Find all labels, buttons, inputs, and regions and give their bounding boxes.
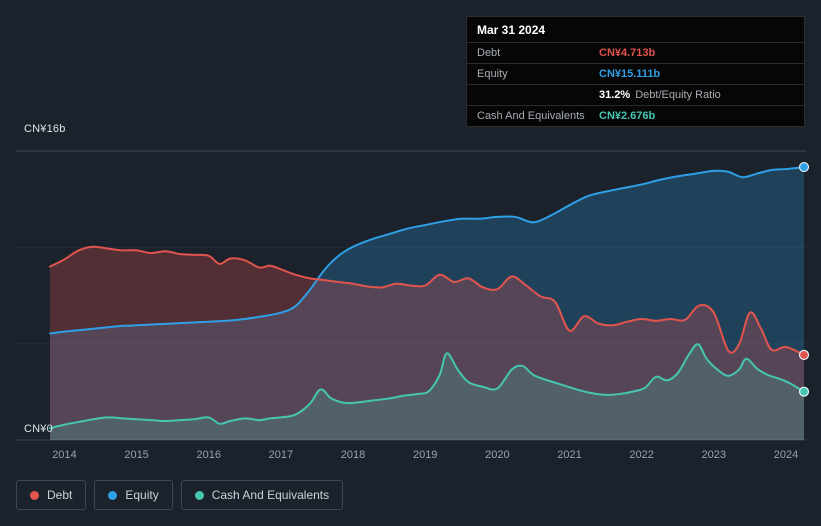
x-axis-label: 2019 — [413, 449, 437, 461]
debt-dot-icon — [30, 490, 39, 500]
x-axis-label: 2022 — [629, 449, 653, 461]
debt-equity-history-panel: 2014 2015 2016 2017 2018 2019 2020 2021 2022 2023… — [0, 0, 821, 526]
x-axis-label: 2018 — [341, 449, 365, 461]
x-axis-label: 2023 — [702, 449, 726, 461]
tooltip-date: Mar 31 2024 — [477, 23, 546, 37]
tooltip-debt-label: Debt — [477, 47, 501, 59]
x-axis-label: 2014 — [52, 449, 76, 461]
x-axis-label: 2020 — [485, 449, 509, 461]
legend-item-debt[interactable]: Debt — [16, 480, 87, 510]
ratio-percent: 31.2% — [599, 89, 631, 101]
cash-dot-icon — [194, 490, 204, 500]
x-axis-label: 2015 — [124, 449, 148, 461]
tooltip-cash-label: Cash And Equivalents — [477, 110, 585, 122]
tooltip-equity-label: Equity — [477, 68, 508, 80]
tooltip-ratio-row: 31.2% Debt/Equity Ratio — [467, 84, 804, 105]
x-axis-label: 2021 — [557, 449, 581, 461]
debt-endpoint-marker — [798, 349, 810, 360]
chart-legend: Debt Equity Cash And Equivalents — [16, 480, 344, 510]
legend-item-equity[interactable]: Equity — [94, 480, 173, 510]
equity-endpoint-marker — [798, 161, 810, 173]
tooltip-equity-value: CN¥15.111b — [599, 68, 661, 80]
chart-tooltip: Mar 31 2024 Debt CN¥4.713b Equity CN¥15.… — [466, 16, 805, 127]
tooltip-equity-row: Equity CN¥15.111b — [467, 63, 804, 84]
legend-cash-label: Cash And Equivalents — [211, 488, 330, 502]
y-axis-label-zero: CN¥0 — [24, 423, 53, 435]
legend-item-cash[interactable]: Cash And Equivalents — [180, 480, 344, 510]
tooltip-ratio-value: 31.2% Debt/Equity Ratio — [599, 89, 721, 101]
legend-debt-label: Debt — [47, 488, 73, 502]
tooltip-debt-value: CN¥4.713b — [599, 47, 656, 59]
legend-equity-label: Equity — [125, 488, 159, 502]
tooltip-debt-row: Debt CN¥4.713b — [467, 42, 804, 63]
tooltip-cash-value: CN¥2.676b — [599, 110, 656, 122]
equity-dot-icon — [108, 490, 118, 500]
y-axis-label-max: CN¥16b — [24, 123, 66, 135]
x-axis-label: 2017 — [269, 449, 293, 461]
x-axis-label: 2024 — [774, 449, 798, 461]
ratio-caption: Debt/Equity Ratio — [635, 89, 721, 101]
x-axis-label: 2016 — [196, 449, 220, 461]
cash-endpoint-marker — [798, 386, 810, 397]
tooltip-cash-row: Cash And Equivalents CN¥2.676b — [467, 105, 804, 126]
